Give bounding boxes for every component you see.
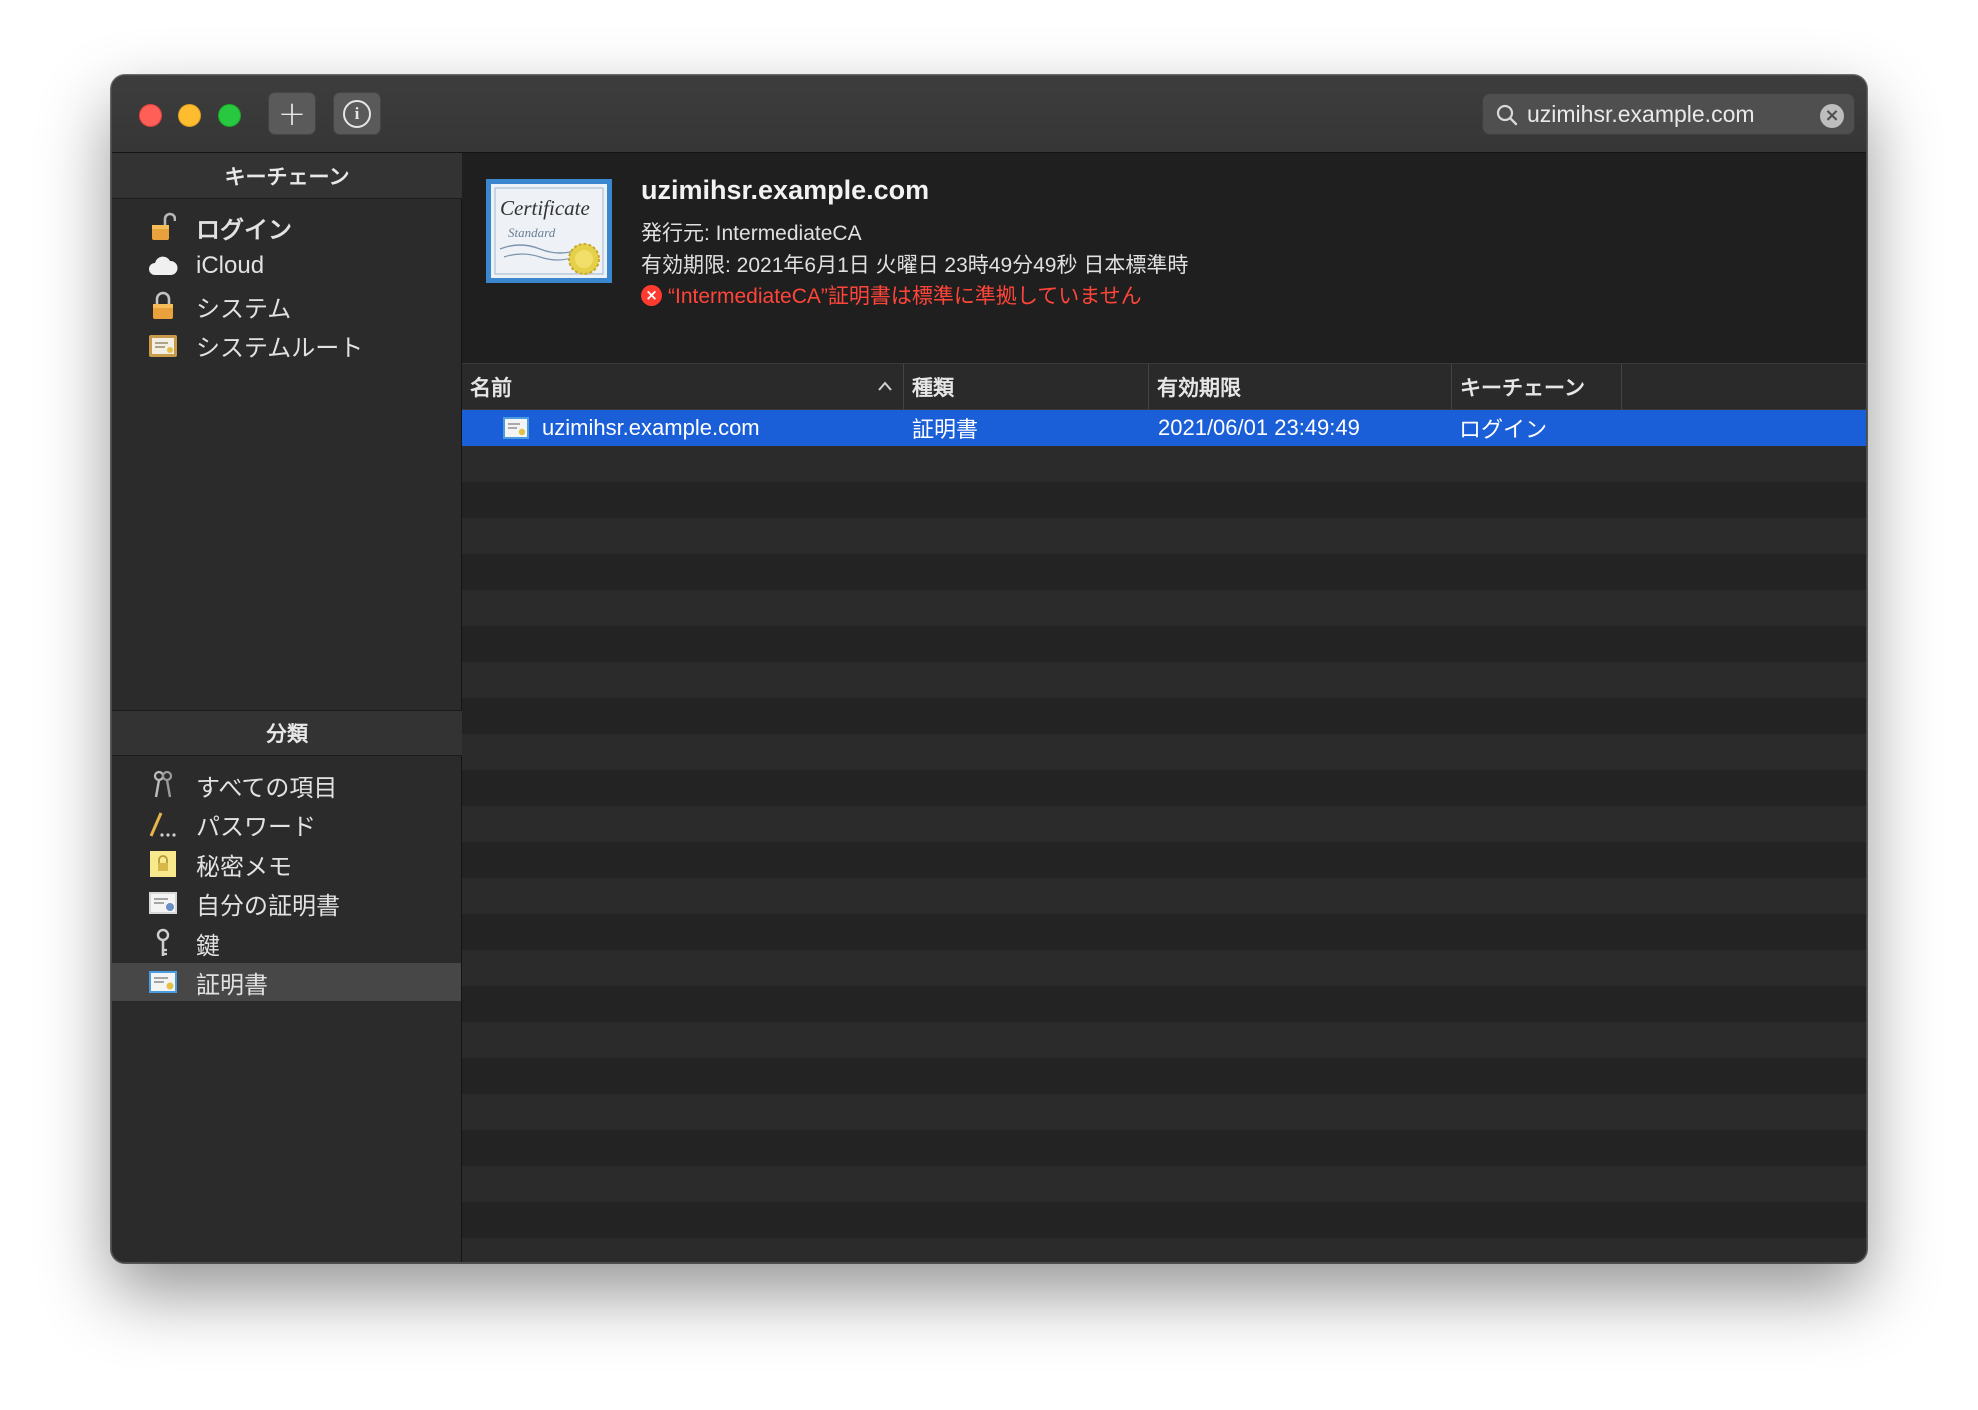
empty-row [462, 914, 1866, 950]
empty-row [462, 1202, 1866, 1238]
sidebar-item-label: ログイン [196, 216, 292, 244]
sidebar-item-label: システム [196, 295, 292, 323]
keychains-header: キーチェーン [112, 153, 462, 199]
sidebar-item-secure-notes[interactable]: 秘密メモ [112, 845, 461, 883]
column-header-label: 名前 [470, 376, 512, 400]
sidebar-item-label: すべての項目 [196, 774, 338, 802]
column-header-label: 有効期限 [1157, 376, 1241, 400]
empty-row [462, 950, 1866, 986]
unlocked-padlock-icon [148, 212, 178, 242]
certificate-issuer: 発行元: IntermediateCA [641, 222, 862, 245]
empty-row [462, 878, 1866, 914]
empty-row [462, 590, 1866, 626]
empty-row [462, 734, 1866, 770]
table-header: 名前 種類 有効期限 キーチェーン [462, 363, 1866, 410]
keys-icon [148, 770, 178, 800]
keychain-access-window: + i × キーチェーン ログイン [111, 75, 1867, 1263]
main-pane: Certificate Standard uzimihsr.example.co… [462, 153, 1866, 1262]
clear-search-icon[interactable]: × [1820, 104, 1844, 128]
info-button[interactable]: i [333, 92, 381, 135]
sidebar: キーチェーン ログイン iCloud システム システムルート 分類 すべての項… [112, 153, 462, 1262]
error-icon: × [641, 284, 662, 306]
column-header-label: 種類 [912, 376, 954, 400]
cloud-icon [148, 251, 178, 281]
plus-icon: + [277, 93, 307, 134]
zoom-window-button[interactable] [218, 104, 241, 127]
empty-row [462, 554, 1866, 590]
certificate-icon [503, 417, 529, 439]
certificate-detail: Certificate Standard uzimihsr.example.co… [462, 153, 1866, 363]
sidebar-item-keys[interactable]: 鍵 [112, 924, 461, 962]
key-icon [148, 928, 178, 958]
empty-row [462, 1238, 1866, 1262]
sidebar-item-login[interactable]: ログイン [112, 208, 461, 246]
row-name-cell: uzimihsr.example.com [502, 410, 760, 446]
sidebar-item-label: iCloud [196, 252, 265, 279]
certificate-title: uzimihsr.example.com [641, 175, 930, 205]
sidebar-item-all-items[interactable]: すべての項目 [112, 766, 461, 804]
certificate-image: Certificate Standard [486, 179, 612, 283]
sidebar-item-system-roots[interactable]: システムルート [112, 326, 461, 364]
sort-ascending-icon [878, 381, 892, 391]
password-pen-icon [148, 809, 178, 839]
search-input[interactable] [1527, 99, 1812, 129]
certificate-warning: × “IntermediateCA”証明書は標準に準拠していません [641, 280, 1142, 310]
minimize-window-button[interactable] [178, 104, 201, 127]
add-item-button[interactable]: + [268, 92, 316, 135]
empty-row [462, 770, 1866, 806]
sidebar-item-label: 秘密メモ [196, 853, 292, 881]
column-header-keychain[interactable]: キーチェーン [1452, 364, 1622, 410]
empty-row [462, 482, 1866, 518]
row-keychain: ログイン [1459, 417, 1548, 442]
sidebar-item-label: 証明書 [196, 971, 268, 999]
category-header: 分類 [112, 710, 462, 756]
sidebar-item-label: パスワード [196, 813, 316, 841]
empty-row [462, 986, 1866, 1022]
certificate-table: uzimihsr.example.com 証明書 2021/06/01 23:4… [462, 410, 1866, 1262]
sidebar-item-passwords[interactable]: パスワード [112, 805, 461, 843]
empty-row [462, 446, 1866, 482]
my-certificate-icon [148, 888, 178, 918]
empty-row [462, 698, 1866, 734]
search-field[interactable]: × [1482, 93, 1855, 135]
certificate-image-subtitle: Standard [508, 225, 556, 240]
sidebar-item-system[interactable]: システム [112, 287, 461, 325]
search-icon [1496, 104, 1518, 126]
empty-row [462, 662, 1866, 698]
padlock-icon [148, 291, 178, 321]
sidebar-item-label: 自分の証明書 [196, 892, 340, 920]
row-kind: 証明書 [912, 417, 979, 442]
sidebar-item-certificates[interactable]: 証明書 [112, 963, 461, 1001]
secure-note-icon [148, 849, 178, 879]
sidebar-item-label: 鍵 [196, 932, 220, 960]
column-header-name[interactable]: 名前 [462, 364, 904, 410]
empty-row [462, 1166, 1866, 1202]
certificate-folder-icon [148, 330, 178, 360]
sidebar-item-my-certificates[interactable]: 自分の証明書 [112, 884, 461, 922]
certificate-image-title: Certificate [500, 196, 590, 220]
empty-row [462, 1130, 1866, 1166]
row-expires: 2021/06/01 23:49:49 [1158, 415, 1360, 440]
empty-row [462, 806, 1866, 842]
empty-row [462, 626, 1866, 662]
certificate-icon [148, 967, 178, 997]
warning-text: “IntermediateCA”証明書は標準に準拠していません [668, 285, 1142, 308]
empty-row [462, 1094, 1866, 1130]
table-row[interactable]: uzimihsr.example.com 証明書 2021/06/01 23:4… [462, 410, 1866, 446]
empty-row [462, 518, 1866, 554]
empty-row [462, 1022, 1866, 1058]
sidebar-item-label: システムルート [196, 334, 364, 362]
column-header-label: キーチェーン [1460, 376, 1585, 400]
empty-row [462, 1058, 1866, 1094]
close-window-button[interactable] [139, 104, 162, 127]
empty-row [462, 842, 1866, 878]
column-header-expires[interactable]: 有効期限 [1149, 364, 1452, 410]
column-header-kind[interactable]: 種類 [904, 364, 1149, 410]
certificate-expiry: 有効期限: 2021年6月1日 火曜日 23時49分49秒 日本標準時 [641, 254, 1189, 277]
toolbar: + i × [112, 76, 1866, 153]
sidebar-item-icloud[interactable]: iCloud [112, 247, 461, 285]
row-name: uzimihsr.example.com [542, 415, 760, 440]
info-icon: i [343, 99, 371, 128]
